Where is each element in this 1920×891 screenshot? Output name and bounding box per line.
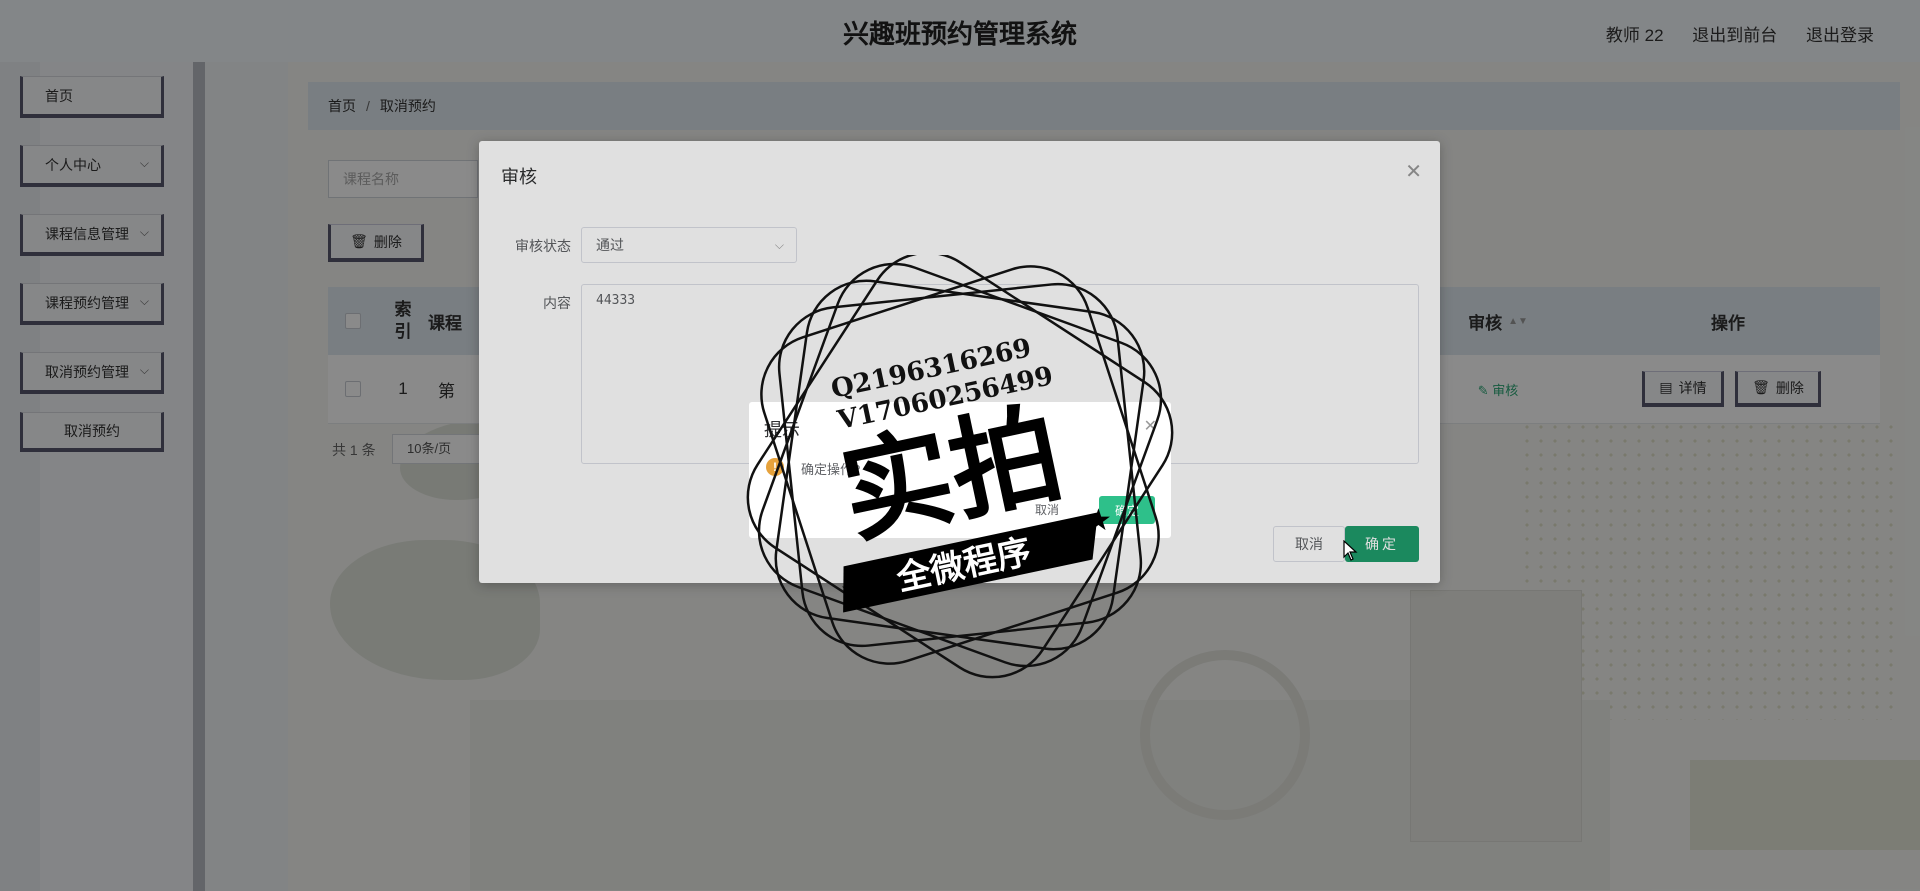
confirm-dialog: 提示 ✕ ! 确定操作? 取消 确定 (749, 402, 1171, 538)
confirm-title: 提示 (764, 420, 800, 440)
confirm-ok-button[interactable]: 确定 (1099, 496, 1155, 524)
warning-icon: ! (766, 458, 784, 476)
close-icon[interactable]: ✕ (1144, 416, 1157, 436)
mouse-cursor-icon (1343, 540, 1358, 561)
confirm-message: 确定操作? (801, 462, 861, 477)
confirm-cancel-button[interactable]: 取消 (1035, 501, 1059, 518)
